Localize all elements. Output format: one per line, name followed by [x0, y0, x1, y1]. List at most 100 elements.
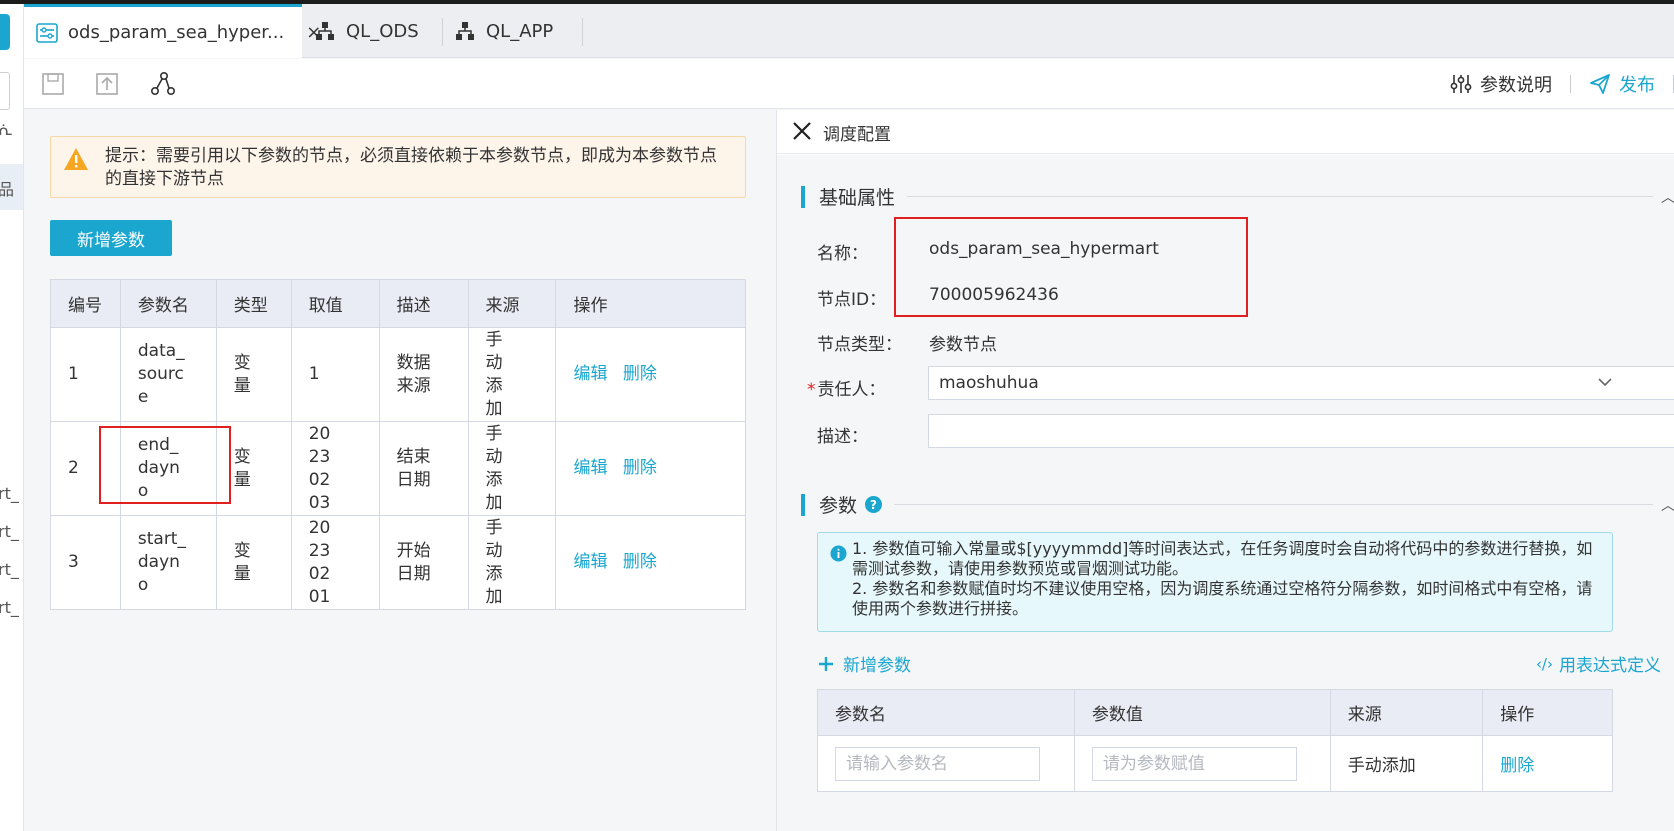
sidebar-item-label[interactable]: rt_ — [0, 484, 19, 503]
tab-label: ods_param_sea_hyper... — [68, 22, 285, 43]
delete-link[interactable]: 删除 — [1500, 756, 1534, 776]
owner-select[interactable]: maoshuhua — [928, 366, 1674, 400]
highlight-box — [99, 426, 231, 504]
column-header: 参数值 — [1073, 689, 1331, 736]
tab-ql-app[interactable]: QL_APP — [442, 4, 582, 58]
lineage-icon[interactable] — [150, 71, 176, 97]
params-info-box: 1. 参数值可输入常量或$[yyyymmdd]等时间表达式，在任务调度时会自动将… — [817, 532, 1613, 632]
param-name-input[interactable] — [835, 746, 1040, 781]
sidebar-glyph: ᕇ — [0, 120, 13, 139]
node-id-label: 节点ID： — [817, 290, 887, 310]
tab-ql-ods[interactable]: QL_ODS — [302, 4, 442, 58]
param-type: 变量 — [215, 515, 292, 610]
panel-body: 基础属性 ︿ 名称： ods_param_sea_hypermart 节点ID：… — [777, 155, 1674, 831]
section-basic: 基础属性 ︿ — [801, 183, 1674, 210]
param-source: 手动添加 — [1329, 735, 1484, 792]
param-doc-button[interactable]: 参数说明 — [1450, 71, 1552, 97]
section-accent — [801, 493, 805, 516]
table-row: 3 start_dayno 变量 20230201 开始日期 手动添加 编辑 删… — [50, 515, 746, 610]
workflow-icon — [314, 20, 336, 42]
tab-label: QL_ODS — [346, 20, 419, 42]
sidebar-blue-button[interactable] — [0, 14, 10, 50]
owner-value: maoshuhua — [939, 373, 1039, 393]
param-value-input[interactable] — [1091, 746, 1297, 781]
publish-button[interactable]: 发布 — [1589, 71, 1655, 97]
help-icon[interactable]: ? — [865, 496, 883, 513]
workflow-icon — [454, 20, 476, 42]
row-number: 3 — [50, 515, 121, 610]
row-actions: 编辑 删除 — [555, 327, 746, 422]
chevron-up-icon[interactable]: ︿ — [1661, 187, 1674, 207]
delete-link[interactable]: 删除 — [623, 458, 657, 478]
param-value: 20230203 — [290, 421, 380, 516]
param-source: 手动添加 — [467, 421, 557, 516]
left-sidebar-edge: ᕇ 品 rt_ rt_ rt_ rt_ — [0, 4, 24, 831]
add-param-link[interactable]: 新增参数 — [817, 651, 911, 676]
info-line: 2. 参数名和参数赋值时均不建议使用空格，因为调度系统通过空格符分隔参数，如时间… — [852, 579, 1593, 618]
param-desc: 数据来源 — [378, 327, 469, 422]
edit-link[interactable]: 编辑 — [573, 364, 607, 384]
param-desc: 结束日期 — [378, 421, 469, 516]
add-param-button[interactable]: 新增参数 — [50, 220, 172, 256]
section-title: 参数 — [819, 495, 858, 517]
info-line: 1. 参数值可输入常量或$[yyyymmdd]等时间表达式，在任务调度时会自动将… — [852, 539, 1593, 578]
column-header: 来源 — [1329, 689, 1484, 736]
column-header: 参数名 — [817, 689, 1075, 736]
param-value: 20230201 — [290, 515, 380, 610]
param-node-panel: 提示：需要引用以下参数的节点，必须直接依赖于本参数节点，即成为本参数节点的直接下… — [24, 110, 776, 831]
table-header-row: 编号 参数名 类型 取值 描述 来源 操作 — [50, 279, 746, 328]
param-value-table: 参数名 参数值 来源 操作 手动添加 删除 — [817, 689, 1613, 792]
upload-icon[interactable] — [94, 71, 120, 97]
node-type-label: 节点类型： — [817, 335, 902, 355]
column-header: 描述 — [378, 279, 469, 328]
chevron-up-icon[interactable]: ︿ — [1661, 495, 1674, 515]
row-actions: 编辑 删除 — [555, 421, 746, 516]
info-text: 1. 参数值可输入常量或$[yyyymmdd]等时间表达式，在任务调度时会自动将… — [852, 539, 1604, 619]
close-icon[interactable] — [791, 120, 813, 147]
sidebar-item-label[interactable]: rt_ — [0, 560, 19, 579]
sidebar-item-label[interactable]: rt_ — [0, 598, 19, 617]
param-doc-label: 参数说明 — [1480, 75, 1552, 96]
edit-link[interactable]: 编辑 — [573, 458, 607, 478]
warning-icon — [63, 147, 89, 176]
sidebar-glyph: 品 — [0, 176, 14, 200]
name-label: 名称： — [817, 244, 868, 264]
tab-ods-param[interactable]: ods_param_sea_hyper... × — [24, 4, 321, 58]
desc-label: 描述： — [817, 427, 868, 447]
param-name: start_dayno — [119, 515, 217, 610]
delete-link[interactable]: 删除 — [623, 552, 657, 572]
param-name: data_source — [119, 327, 217, 422]
sidebar-search-input[interactable] — [0, 72, 10, 110]
toolbar-right: 参数说明 发布 — [1450, 59, 1674, 109]
row-number: 1 — [50, 327, 121, 422]
publish-label: 发布 — [1619, 75, 1655, 96]
delete-link[interactable]: 删除 — [623, 364, 657, 384]
param-value: 1 — [290, 327, 380, 422]
param-source: 手动添加 — [467, 515, 557, 610]
section-params: 参数 ? ︿ — [801, 491, 1674, 518]
param-node-icon — [36, 22, 58, 44]
section-divider — [907, 196, 1653, 197]
tab-divider — [582, 18, 583, 46]
schedule-config-panel: 调度配置 基础属性 ︿ 名称： ods_param_sea_hypermart … — [776, 110, 1674, 831]
tab-label: QL_APP — [486, 20, 554, 42]
table-row: 手动添加 删除 — [817, 735, 1613, 792]
sidebar-item-label[interactable]: rt_ — [0, 522, 19, 541]
edit-link[interactable]: 编辑 — [573, 552, 607, 572]
param-type: 变量 — [215, 327, 292, 422]
table-row: 1 data_source 变量 1 数据来源 手动添加 编辑 删除 — [50, 327, 746, 422]
section-accent — [801, 185, 805, 208]
column-header: 操作 — [555, 279, 746, 328]
column-header: 取值 — [290, 279, 380, 328]
toolbar: 参数说明 发布 — [24, 59, 1674, 109]
expr-define-link[interactable]: ‹/› 用表达式定义 — [1536, 651, 1661, 677]
param-desc: 开始日期 — [378, 515, 469, 610]
desc-input[interactable] — [928, 414, 1674, 448]
save-icon[interactable] — [40, 71, 66, 97]
table-header-row: 参数名 参数值 来源 操作 — [817, 689, 1613, 736]
section-title: 基础属性 — [819, 187, 896, 209]
panel-header: 调度配置 — [777, 110, 1674, 154]
chevron-down-icon — [1597, 367, 1613, 410]
column-header: 来源 — [467, 279, 557, 328]
node-type-value: 参数节点 — [929, 335, 997, 355]
